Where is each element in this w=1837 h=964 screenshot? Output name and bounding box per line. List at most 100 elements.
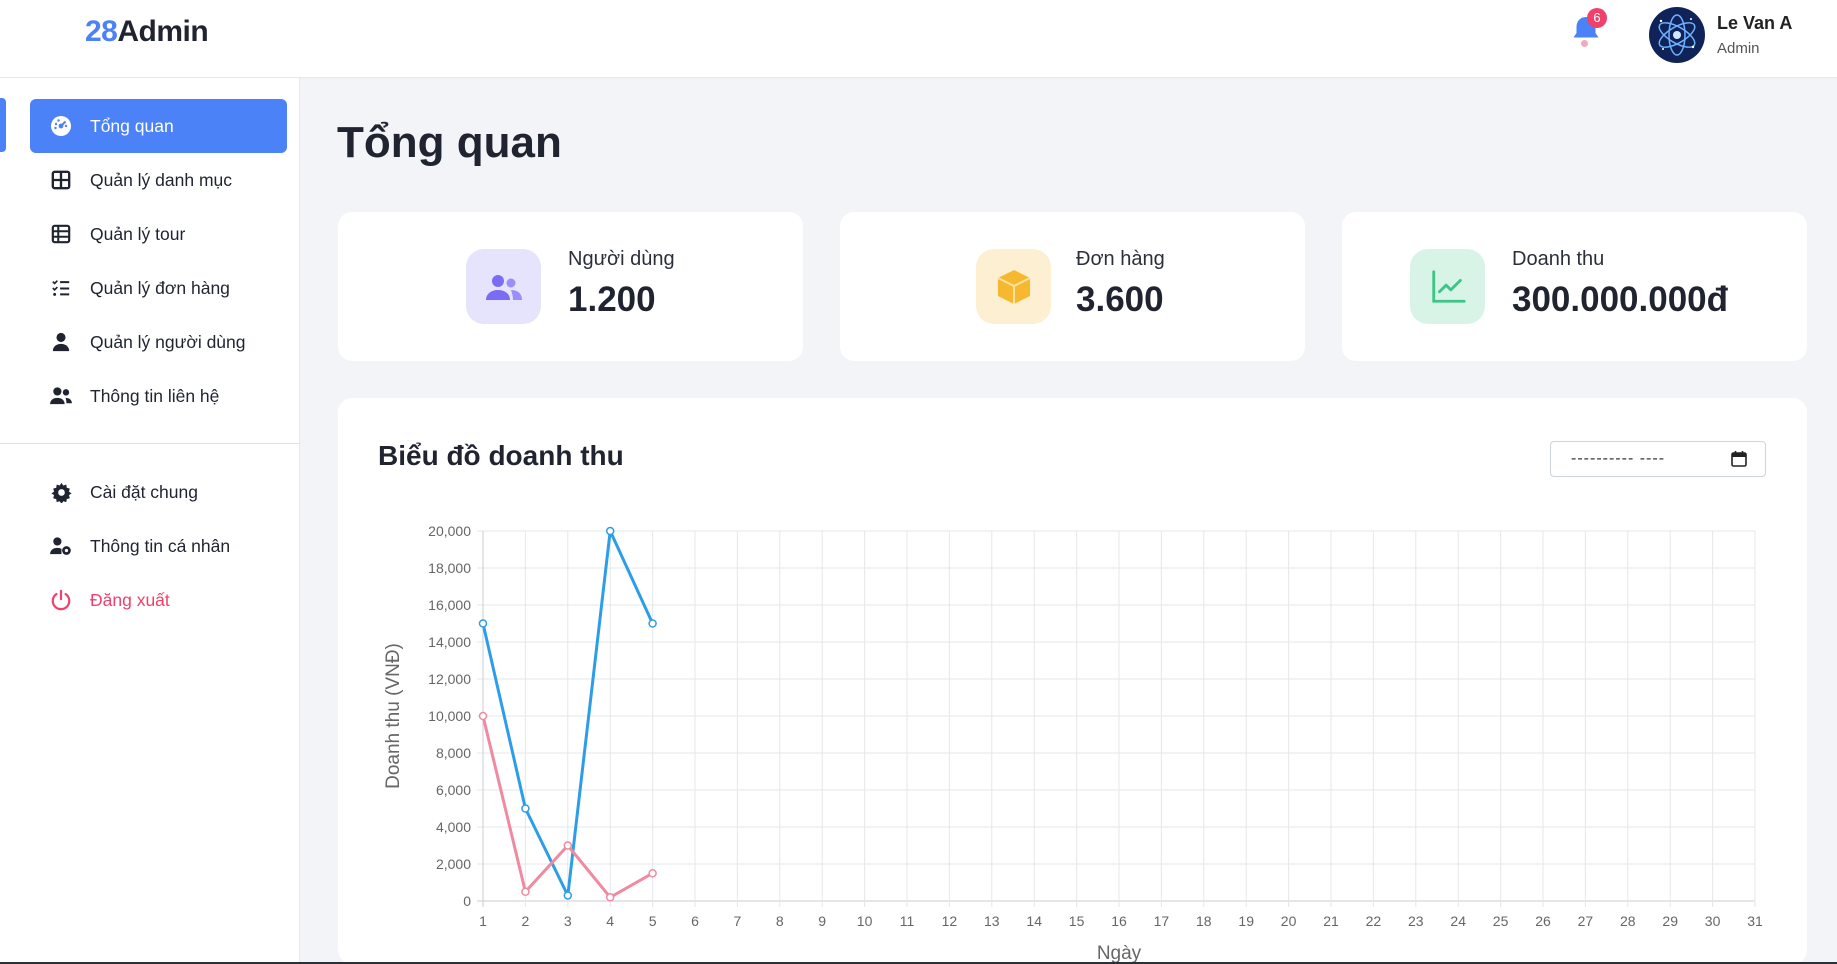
data-point [563,891,573,900]
data-point [605,893,615,902]
sidebar-item-label: Thông tin cá nhân [90,535,231,556]
user-role: Admin [1717,40,1760,57]
revenue-chart-card: Biểu đồ doanh thu ---------- ---- 0 2,000… [338,398,1807,964]
x-tick-label: 25 [1493,913,1509,929]
data-point [478,619,488,628]
top-bar: 28Admin 6 Le Van A Admin [0,0,1837,78]
x-tick-label: 2 [522,913,530,929]
x-tick-label: 5 [649,913,657,929]
x-tick-label: 20 [1281,913,1297,929]
y-tick-label: 20,000 [428,523,471,539]
stat-label: Đơn hàng [1076,248,1165,270]
y-tick-label: 4,000 [436,819,471,835]
power-icon [50,589,72,611]
brand-logo[interactable]: 28Admin [85,15,209,49]
x-tick-label: 11 [900,913,915,929]
gear-icon [50,481,72,503]
brand-suffix: Admin [117,15,209,48]
data-point [648,869,657,878]
x-tick-label: 7 [734,913,742,929]
y-tick-label: 12,000 [428,671,471,687]
sidebar-item-label: Đăng xuất [90,589,170,610]
x-tick-label: 22 [1366,913,1382,929]
users-icon [466,249,541,324]
x-tick-label: 16 [1111,913,1127,929]
sidebar-item-label: Quản lý đơn hàng [90,277,230,298]
x-tick-label: 3 [564,913,572,929]
x-tick-label: 19 [1238,913,1254,929]
box-icon [976,249,1051,324]
sidebar-item-tours[interactable]: Quản lý tour [30,207,287,261]
user-name[interactable]: Le Van A [1717,13,1792,34]
revenue-line-chart: 0 2,000 4,000 6,000 8,000 10,000 12,000 14,000 1… [383,523,1763,964]
data-point [521,804,530,813]
y-tick-label: 14,000 [428,634,471,650]
user-icon [50,331,72,353]
x-tick-label: 17 [1154,913,1170,929]
sidebar-item-label: Thông tin liên hệ [90,385,220,406]
data-point [605,526,615,536]
x-tick-label: 14 [1026,913,1042,929]
x-tick-label: 4 [606,913,614,929]
stat-card-revenue: Doanh thu 300.000.000đ [1342,212,1807,361]
sidebar-item-profile[interactable]: Thông tin cá nhân [30,519,287,573]
stat-label: Doanh thu [1512,248,1605,270]
chart-line-icon [1410,249,1485,324]
x-tick-label: 18 [1196,913,1212,929]
stat-value: 1.200 [568,280,656,319]
data-point [648,619,657,628]
sidebar-item-settings[interactable]: Cài đặt chung [30,465,287,519]
active-indicator [0,98,6,152]
avatar[interactable] [1649,7,1705,63]
y-tick-label: 6,000 [436,782,471,798]
brand-prefix: 28 [85,15,118,48]
data-point [563,841,573,850]
sidebar-item-users[interactable]: Quản lý người dùng [30,315,287,369]
x-tick-label: 28 [1620,913,1636,929]
x-tick-label: 8 [776,913,784,929]
x-tick-label: 9 [818,913,826,929]
x-tick-label: 23 [1408,913,1424,929]
sidebar-item-label: Quản lý danh mục [90,169,233,190]
y-tick-label: 0 [463,893,471,909]
y-axis-title: Doanh thu (VNĐ) [383,643,404,789]
data-point [521,887,530,896]
table-icon [50,223,72,245]
x-axis-title: Ngày [1097,943,1142,964]
x-tick-label: 21 [1323,913,1339,929]
y-tick-label: 16,000 [428,597,471,613]
bell-clapper [1581,40,1588,47]
sidebar-divider [0,443,300,444]
sidebar-item-label: Quản lý tour [90,223,186,244]
checklist-icon [50,277,72,299]
sidebar-item-label: Quản lý người dùng [90,331,246,352]
x-tick-label: 30 [1705,913,1721,929]
data-point [478,711,488,721]
page-title: Tổng quan [337,118,562,167]
x-tick-label: 29 [1662,913,1678,929]
x-tick-label: 1 [479,913,487,929]
y-tick-label: 10,000 [428,708,471,724]
notification-badge: 6 [1587,8,1607,28]
grid-icon [50,169,72,191]
stat-value: 300.000.000đ [1512,280,1729,319]
x-tick-label: 6 [691,913,699,929]
x-tick-label: 10 [857,913,873,929]
stat-value: 3.600 [1076,280,1164,319]
sidebar-item-orders[interactable]: Quản lý đơn hàng [30,261,287,315]
x-tick-label: 27 [1578,913,1594,929]
x-tick-label: 13 [984,913,1000,929]
sidebar-item-categories[interactable]: Quản lý danh mục [30,153,287,207]
y-tick-label: 18,000 [428,560,471,576]
y-tick-label: 2,000 [436,856,471,872]
x-tick-label: 31 [1747,913,1763,929]
sidebar: Tổng quan Quản lý danh mục Quản lý tour … [0,78,300,964]
y-tick-label: 8,000 [436,745,471,761]
sidebar-item-contacts[interactable]: Thông tin liên hệ [30,369,287,423]
stat-card-users: Người dùng 1.200 [338,212,803,361]
sidebar-item-overview[interactable]: Tổng quan [30,99,287,153]
sidebar-item-label: Tổng quan [90,115,174,136]
sidebar-item-logout[interactable]: Đăng xuất [30,573,287,627]
users-icon [50,385,72,407]
stat-card-orders: Đơn hàng 3.600 [840,212,1305,361]
